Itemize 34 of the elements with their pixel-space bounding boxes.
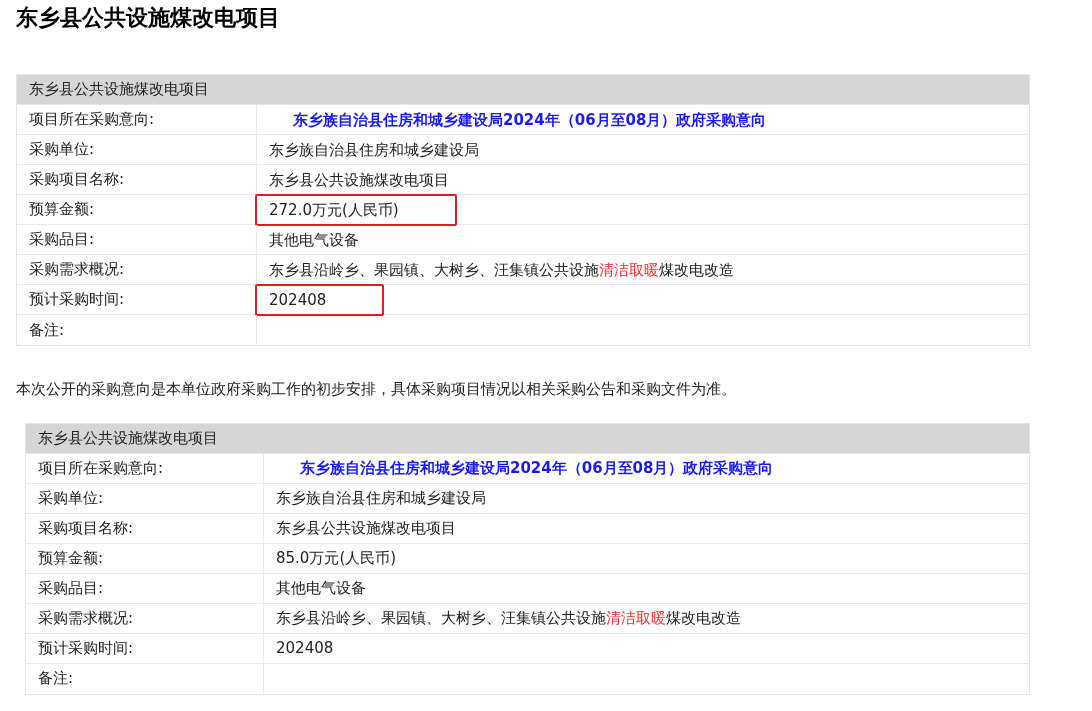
intent-link[interactable]: 东乡族自治县住房和城乡建设局2024年（06月至08月）政府采购意向 (300, 459, 774, 477)
row-label: 预计采购时间: (38, 637, 134, 659)
row-label: 备注: (38, 668, 74, 690)
row-value: 东乡县公共设施煤改电项目 (276, 519, 456, 537)
row-label: 采购品目: (38, 577, 104, 599)
row-value: 202408 (276, 639, 334, 657)
row-label: 预计采购时间: (29, 289, 125, 311)
row-label: 采购项目名称: (38, 517, 134, 539)
row-value: 东乡族自治县住房和城乡建设局 (276, 489, 486, 507)
row-value: 202408 (255, 283, 385, 316)
table-caption: 东乡县公共设施煤改电项目 (29, 79, 209, 101)
row-value: 85.0万元(人民币) (276, 549, 397, 567)
page-title: 东乡县公共设施煤改电项目 (16, 4, 281, 32)
row-label: 采购单位: (29, 139, 95, 161)
table-caption: 东乡县公共设施煤改电项目 (38, 427, 218, 449)
row-label: 预算金额: (38, 547, 104, 569)
row-value: 东乡族自治县住房和城乡建设局 (269, 140, 479, 159)
row-value: 东乡县沿岭乡、果园镇、大树乡、汪集镇公共设施清洁取暖煤改电改造 (276, 609, 741, 627)
notice-text: 本次公开的采购意向是本单位政府采购工作的初步安排，具体采购项目情况以相关采购公告和采购文件为准。 (16, 379, 737, 400)
row-label: 预算金额: (29, 199, 95, 221)
row-label: 采购项目名称: (29, 169, 125, 191)
row-value: 东乡县沿岭乡、果园镇、大树乡、汪集镇公共设施清洁取暖煤改电改造 (269, 260, 734, 279)
row-value: 东乡县公共设施煤改电项目 (269, 170, 449, 189)
row-label: 采购需求概况: (38, 607, 134, 629)
row-label: 项目所在采购意向: (38, 457, 164, 479)
row-label: 采购需求概况: (29, 259, 125, 281)
row-value: 272.0万元(人民币) (255, 193, 457, 226)
row-label: 备注: (29, 319, 65, 341)
row-label: 项目所在采购意向: (29, 109, 155, 131)
row-value: 其他电气设备 (276, 579, 366, 597)
row-value: 其他电气设备 (269, 230, 359, 249)
row-label: 采购单位: (38, 487, 104, 509)
intent-link[interactable]: 东乡族自治县住房和城乡建设局2024年（06月至08月）政府采购意向 (293, 110, 767, 129)
row-label: 采购品目: (29, 229, 95, 251)
